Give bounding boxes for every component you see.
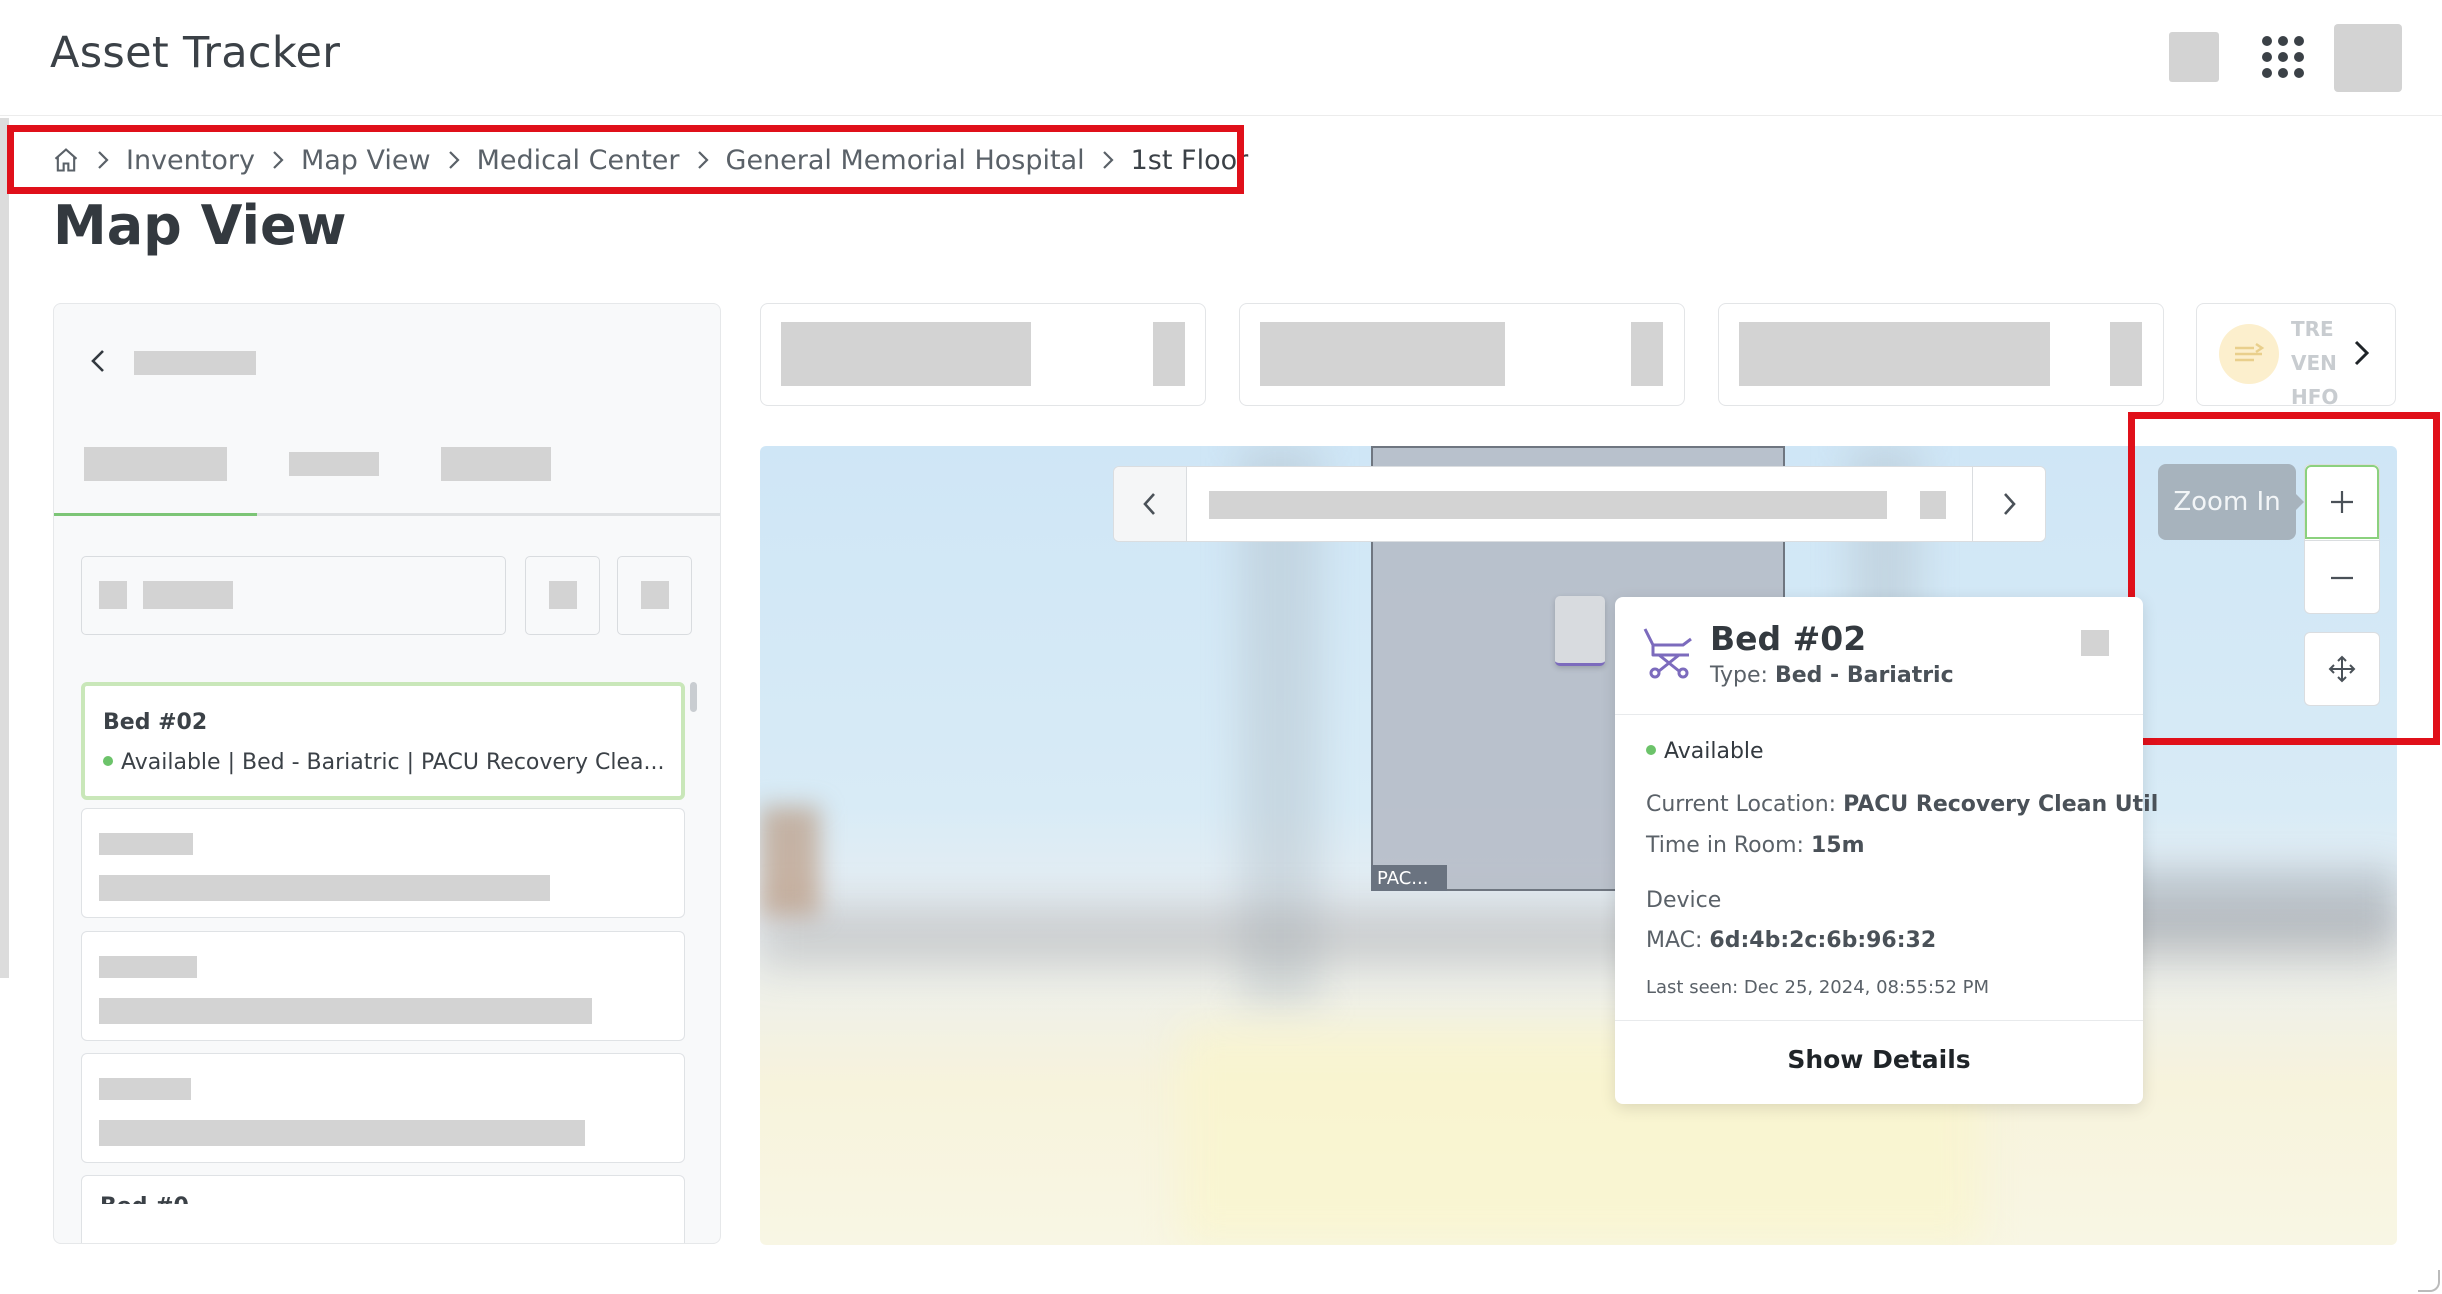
chevron-left-icon[interactable] xyxy=(84,346,114,376)
show-details-button[interactable]: Show Details xyxy=(1615,1045,2143,1074)
device-label: Device xyxy=(1646,888,1722,913)
metric-card-3[interactable] xyxy=(1718,303,2164,406)
tab-placeholder-2[interactable] xyxy=(289,452,379,476)
tab-placeholder-3[interactable] xyxy=(441,447,551,481)
search-input[interactable] xyxy=(81,556,506,635)
close-icon[interactable] xyxy=(2081,630,2109,656)
page-title: Map View xyxy=(53,194,347,257)
asset-list-panel: Bed #02 Available | Bed - Bariatric | PA… xyxy=(53,303,721,1244)
list-item[interactable] xyxy=(81,931,685,1041)
app-header: Asset Tracker xyxy=(0,0,2442,116)
left-edge-bar xyxy=(0,118,9,978)
search-placeholder-text xyxy=(143,581,233,609)
metric-card-2[interactable] xyxy=(1239,303,1685,406)
floor-selector xyxy=(1113,466,2046,542)
floor-dropdown-placeholder[interactable] xyxy=(1920,491,1946,519)
floor-name-placeholder xyxy=(1209,491,1887,519)
apps-grid-icon[interactable] xyxy=(2262,36,2304,78)
time-in-room: Time in Room: 15m xyxy=(1646,833,1865,858)
bed-icon xyxy=(1643,628,1692,679)
breadcrumb-highlight-box xyxy=(7,125,1244,194)
list-item-title: Bed #02 xyxy=(103,710,208,735)
ventilator-icon xyxy=(2219,324,2279,384)
previous-floor-button[interactable] xyxy=(1114,467,1187,541)
list-item[interactable] xyxy=(81,1053,685,1163)
list-item-selected[interactable]: Bed #02 Available | Bed - Bariatric | PA… xyxy=(81,682,685,800)
metric-card-1[interactable] xyxy=(760,303,1206,406)
list-item-status: Available xyxy=(121,750,221,775)
sort-button[interactable] xyxy=(617,556,692,635)
panel-title-placeholder xyxy=(134,351,256,375)
next-floor-button[interactable] xyxy=(1972,467,2045,541)
list-item[interactable] xyxy=(81,808,685,918)
asset-popup: Bed #02 Type: Bed - Bariatric Available … xyxy=(1615,597,2158,1104)
chevron-right-icon xyxy=(2004,493,2016,515)
active-tab-indicator xyxy=(54,513,257,516)
tab-placeholder-1[interactable] xyxy=(84,447,227,481)
filter-button[interactable] xyxy=(525,556,600,635)
chevron-left-icon xyxy=(1143,493,1155,515)
status-dot xyxy=(1646,745,1656,755)
popup-title: Bed #02 xyxy=(1710,619,1867,658)
popup-type: Type: Bed - Bariatric xyxy=(1710,663,1954,688)
metric-card-4-text: TRE VEN HFO xyxy=(2291,317,2339,406)
last-seen: Last seen: Dec 25, 2024, 08:55:52 PM xyxy=(1646,977,1990,998)
list-item-subtitle: Available | Bed - Bariatric | PACU Recov… xyxy=(103,750,664,775)
header-action-placeholder[interactable] xyxy=(2169,32,2219,82)
room-label: PAC... xyxy=(1371,865,1447,891)
asset-marker[interactable] xyxy=(1555,596,1605,666)
app-title: Asset Tracker xyxy=(50,28,341,78)
search-icon-placeholder xyxy=(99,581,127,609)
status-badge: Available xyxy=(1646,739,1764,764)
list-item-title: Bed #0 xyxy=(100,1190,189,1204)
avatar[interactable] xyxy=(2334,24,2402,92)
current-location: Current Location: PACU Recovery Clean Ut… xyxy=(1646,792,2159,817)
zoom-controls-highlight-box xyxy=(2128,412,2440,745)
list-item-details: | Bed - Bariatric | PACU Recovery Clea..… xyxy=(227,750,665,775)
list-item[interactable]: Bed #0 xyxy=(81,1175,685,1243)
list-scrollbar[interactable] xyxy=(690,682,697,712)
chevron-right-icon[interactable] xyxy=(2346,338,2376,368)
status-dot xyxy=(103,756,113,766)
mac-address: MAC: 6d:4b:2c:6b:96:32 xyxy=(1646,928,1937,953)
resize-handle xyxy=(2418,1270,2440,1292)
